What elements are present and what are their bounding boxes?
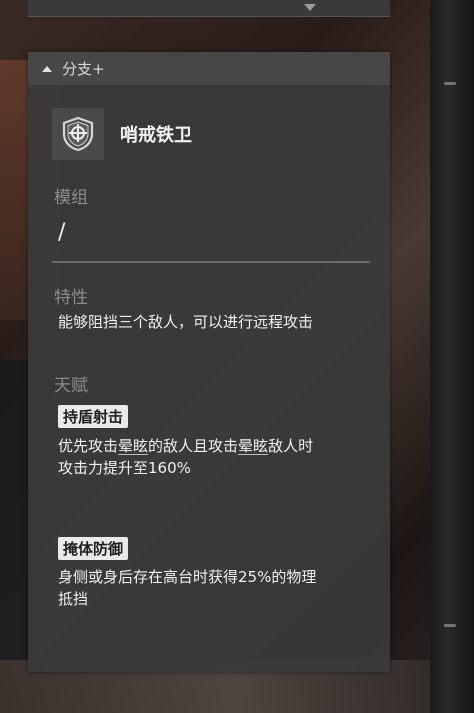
- trait-text: 能够阻挡三个敌人，可以进行远程攻击: [58, 313, 314, 331]
- scroll-marker-bottom: [444, 624, 456, 627]
- caret-down-icon[interactable]: [304, 4, 316, 11]
- desc-text: 敌人时: [268, 437, 314, 455]
- branch-header-label: 分支+: [62, 60, 105, 78]
- talent-tag-2: 掩体防御: [58, 537, 129, 560]
- branch-header[interactable]: 分支+: [28, 52, 390, 85]
- stun-keyword[interactable]: 晕眩: [118, 437, 148, 455]
- talent-desc-1-line2: 攻击力提升至160%: [58, 459, 191, 477]
- module-value: /: [58, 220, 66, 245]
- desc-text: 优先攻击: [58, 437, 119, 455]
- collapsed-top-panel[interactable]: [28, 0, 390, 17]
- section-divider: [52, 261, 370, 263]
- class-name: 哨戒铁卫: [120, 125, 192, 146]
- talent-desc-2: 身侧或身后存在高台时获得25%的物理 抵挡: [58, 566, 368, 610]
- class-row: 哨戒铁卫: [52, 108, 192, 160]
- talent-desc-1: 优先攻击晕眩的敌人且攻击晕眩敌人时 攻击力提升至160%: [58, 435, 368, 479]
- talent-desc-2-line2: 抵挡: [58, 590, 89, 608]
- talent-label: 天赋: [54, 376, 88, 396]
- shield-crosshair-icon: [52, 108, 104, 160]
- talent-tag-1: 持盾射击: [58, 405, 129, 428]
- talent-desc-1-line1: 优先攻击晕眩的敌人且攻击晕眩敌人时: [58, 435, 368, 457]
- desc-text: 的敌人且攻击: [148, 437, 239, 455]
- talent-desc-2-line1: 身侧或身后存在高台时获得25%的物理: [58, 568, 317, 586]
- scroll-marker-top: [444, 82, 456, 85]
- caret-up-icon[interactable]: [42, 65, 52, 72]
- operator-branch-panel: 分支+ 哨戒铁卫 模组 / 特性 能够阻挡三个敌人，可以进行远程攻击 天赋 持盾…: [28, 52, 390, 672]
- right-side-rail: [430, 0, 474, 713]
- trait-label: 特性: [54, 288, 88, 308]
- module-label: 模组: [54, 188, 88, 208]
- stun-keyword[interactable]: 晕眩: [238, 437, 268, 455]
